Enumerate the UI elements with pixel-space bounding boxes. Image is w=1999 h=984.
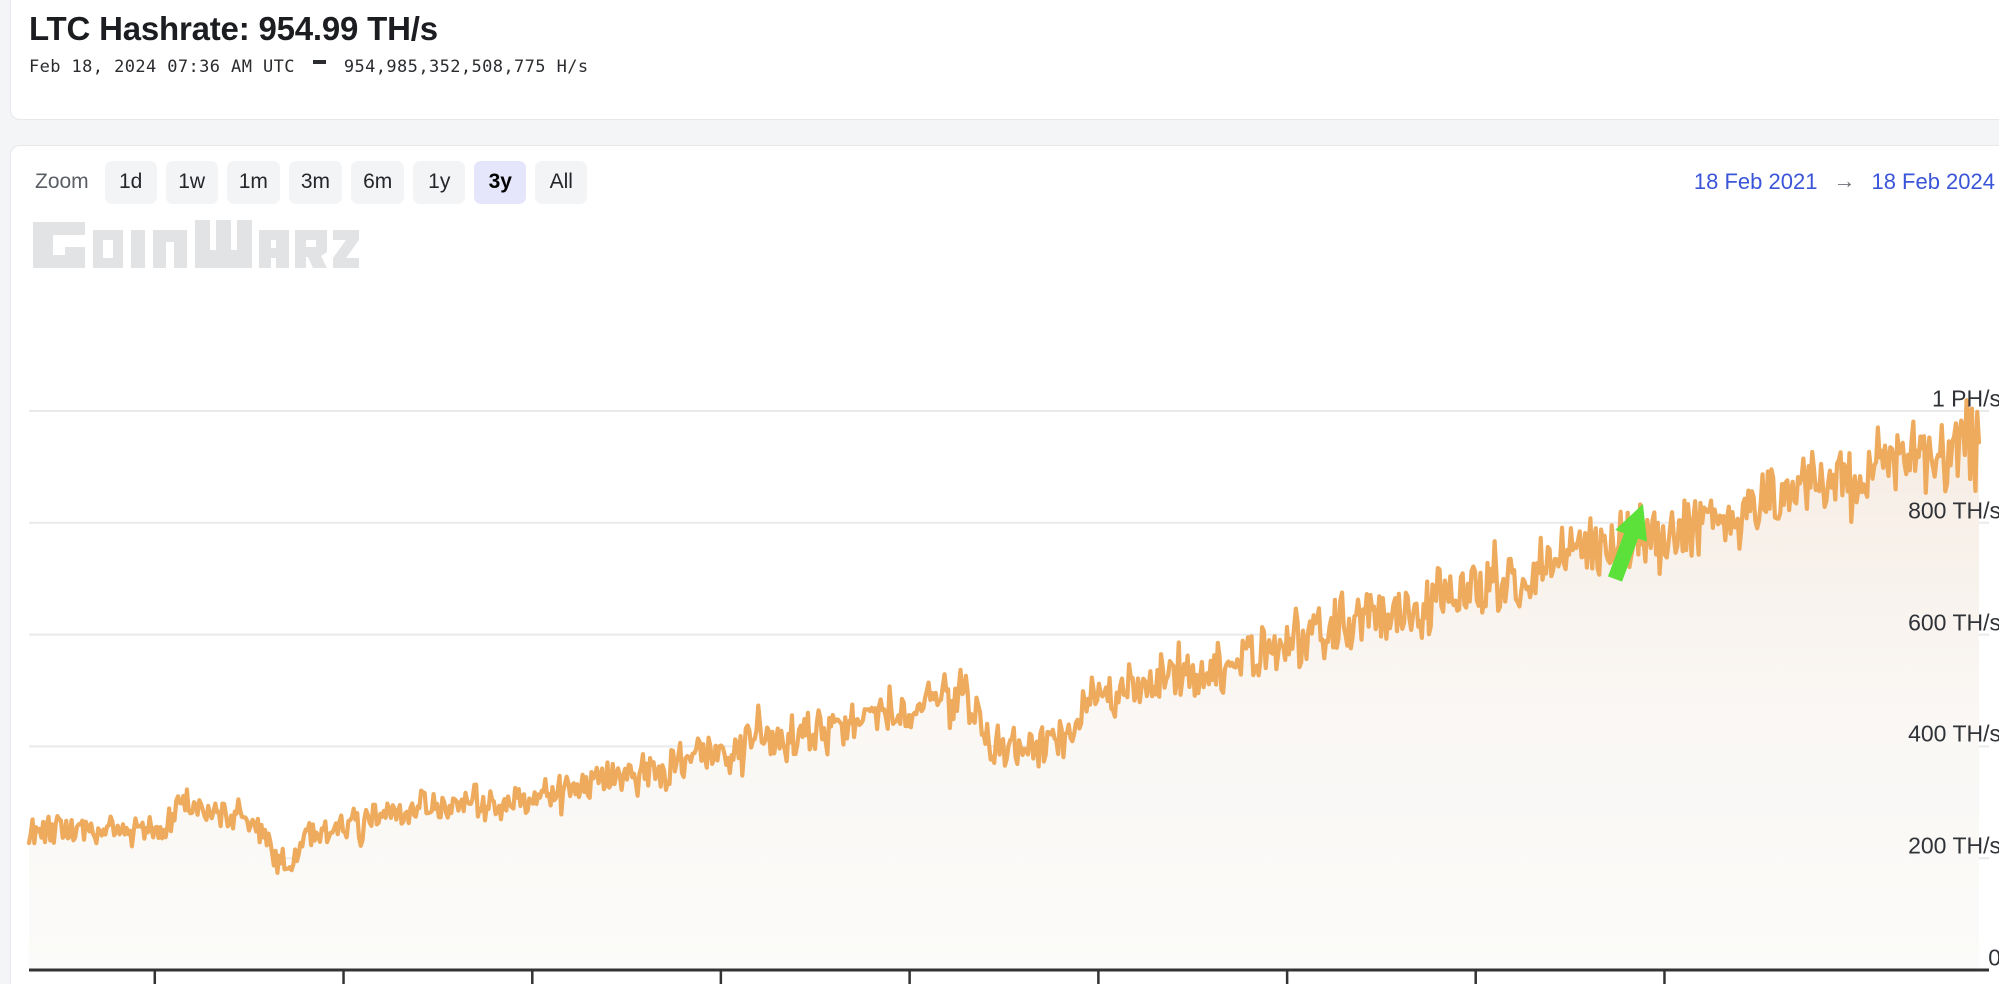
date-range-end[interactable]: 18 Feb 2024 <box>1871 169 1995 195</box>
date-range-start[interactable]: 18 Feb 2021 <box>1694 169 1818 195</box>
y-axis-label-1000: 1 PH/s <box>1931 385 1999 412</box>
chart-x-ticks <box>153 970 1666 984</box>
header-separator-dash <box>312 60 326 64</box>
range-button-all[interactable]: All <box>535 160 588 204</box>
header-raw-hashrate: 954,985,352,508,775 H/s <box>343 57 589 77</box>
date-range-display: 18 Feb 2021 → 18 Feb 2024 <box>1694 160 1995 203</box>
range-button-3y[interactable]: 3y <box>474 160 527 204</box>
range-button-1d[interactable]: 1d <box>104 160 157 204</box>
header-subtitle: Feb 18, 2024 07:36 AM UTC 954,985,352,50… <box>29 57 588 77</box>
header-timestamp: Feb 18, 2024 07:36 AM UTC <box>29 57 295 77</box>
header-content: LTC Hashrate: 954.99 TH/s Feb 18, 2024 0… <box>29 9 588 77</box>
arrow-right-icon: → <box>1833 167 1856 193</box>
plot-area[interactable]: 0200 TH/s400 TH/s600 TH/s800 TH/s1 PH/s … <box>11 204 1999 984</box>
chart-area-fill <box>29 400 1979 970</box>
page-title: LTC Hashrate: 954.99 TH/s <box>29 10 438 47</box>
range-button-group: 1d 1w 1m 3m 6m 1y 3y All <box>104 160 597 204</box>
range-button-1y[interactable]: 1y <box>413 160 466 204</box>
chart-card: Zoom 1d 1w 1m 3m 6m 1y 3y All 18 Feb 2021 → 18 … <box>10 145 1999 984</box>
range-button-1m[interactable]: 1m <box>226 160 280 204</box>
y-axis-label-600: 600 TH/s <box>1908 609 1999 636</box>
range-button-6m[interactable]: 6m <box>351 160 405 204</box>
zoom-label: Zoom <box>35 170 89 193</box>
y-axis-label-200: 200 TH/s <box>1908 832 1999 859</box>
y-axis-label-0: 0 <box>1988 945 1999 972</box>
range-button-3m[interactable]: 3m <box>288 160 343 204</box>
y-axis-label-800: 800 TH/s <box>1908 497 1999 524</box>
range-button-1w[interactable]: 1w <box>165 160 218 204</box>
header-card: LTC Hashrate: 954.99 TH/s Feb 18, 2024 0… <box>10 0 1999 120</box>
page-root: LTC Hashrate: 954.99 TH/s Feb 18, 2024 0… <box>0 0 1999 984</box>
hashrate-area-chart[interactable] <box>11 204 1999 984</box>
y-axis-label-400: 400 TH/s <box>1908 720 1999 747</box>
